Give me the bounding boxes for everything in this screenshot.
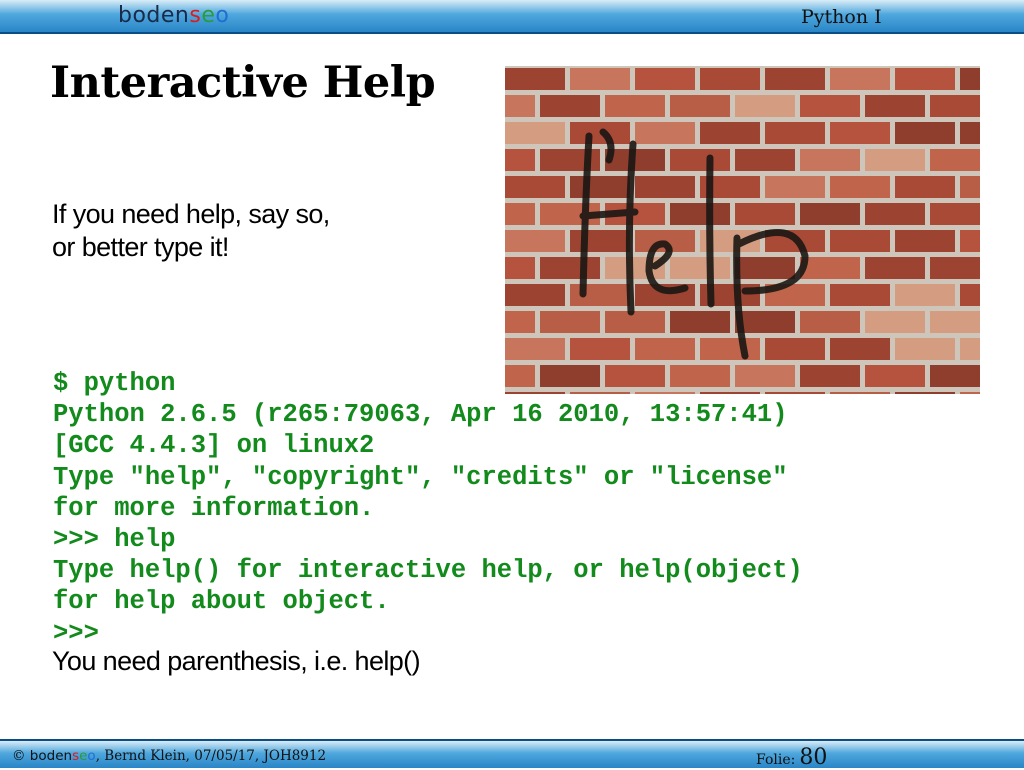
code-line: for more information. — [53, 493, 375, 523]
code-line: Type "help", "copyright", "credits" or "… — [53, 462, 788, 492]
slide-number: Folie: 80 — [756, 745, 827, 770]
folie-label: Folie: — [756, 752, 796, 768]
parenthesis-note: You need parenthesis, i.e. help() — [52, 646, 421, 676]
slide-title: Interactive Help — [50, 58, 436, 108]
author-date: , Bernd Klein, 07/05/17, JOH8912 — [95, 748, 327, 764]
code-line: Type help() for interactive help, or hel… — [53, 556, 803, 586]
footer-credit: © bodenseo, Bernd Klein, 07/05/17, JOH89… — [12, 748, 326, 764]
header-bar: bodenseo Python I — [0, 0, 1024, 34]
folie-number: 80 — [799, 745, 828, 770]
code-line: [GCC 4.4.3] on linux2 — [53, 431, 375, 461]
course-title: Python I — [801, 6, 882, 28]
code-line: >>> — [53, 618, 99, 648]
intro-text: If you need help, say so, or better type… — [52, 198, 330, 264]
intro-line: If you need help, say so, — [52, 199, 330, 229]
code-line: >>> help — [53, 525, 176, 555]
intro-line: or better type it! — [52, 232, 229, 262]
footer-bar: © bodenseo, Bernd Klein, 07/05/17, JOH89… — [0, 739, 1024, 770]
footer-brand: bodenseo — [29, 748, 96, 764]
brick-wall-help-image — [505, 66, 980, 394]
code-line: Python 2.6.5 (r265:79063, Apr 16 2010, 1… — [53, 400, 788, 430]
code-line: for help about object. — [53, 587, 390, 617]
bodenseo-logo: bodenseo — [118, 3, 230, 28]
copyright-symbol: © — [12, 748, 26, 764]
code-line: $ python — [53, 369, 176, 398]
python-console-snippet: $ python Python 2.6.5 (r265:79063, Apr 1… — [53, 368, 803, 649]
